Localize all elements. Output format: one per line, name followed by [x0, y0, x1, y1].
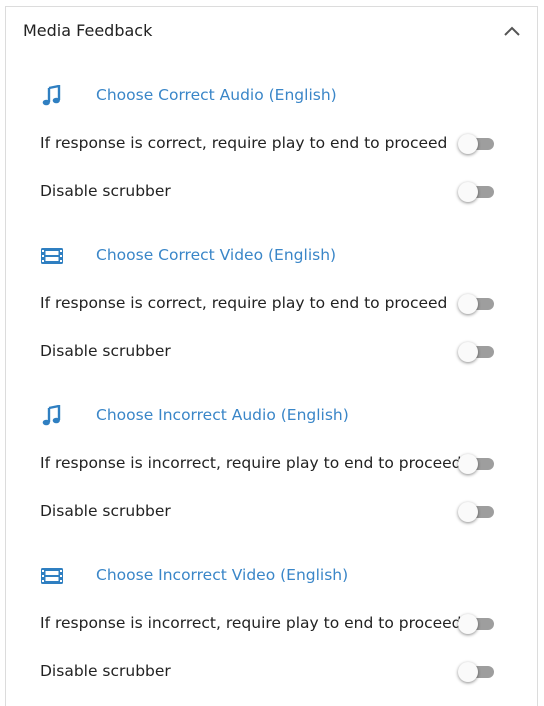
disable-scrubber-label: Disable scrubber: [40, 502, 171, 520]
require-play-option: If response is incorrect, require play t…: [6, 609, 537, 639]
disable-scrubber-label: Disable scrubber: [40, 662, 171, 680]
disable-scrubber-toggle[interactable]: [458, 502, 494, 522]
disable-scrubber-toggle[interactable]: [458, 182, 494, 202]
require-play-toggle[interactable]: [458, 294, 494, 314]
disable-scrubber-option: Disable scrubber: [6, 337, 537, 367]
media-row: Choose Correct Audio (English): [6, 79, 537, 113]
require-play-label: If response is incorrect, require play t…: [40, 454, 462, 472]
require-play-toggle[interactable]: [458, 134, 494, 154]
film-icon: [40, 245, 64, 267]
media-row: Choose Incorrect Video (English): [6, 559, 537, 593]
disable-scrubber-label: Disable scrubber: [40, 182, 171, 200]
disable-scrubber-toggle[interactable]: [458, 662, 494, 682]
require-play-option: If response is correct, require play to …: [6, 289, 537, 319]
require-play-label: If response is incorrect, require play t…: [40, 614, 462, 632]
require-play-label: If response is correct, require play to …: [40, 134, 448, 152]
choose-correct-audio-link[interactable]: Choose Correct Audio (English): [96, 86, 337, 104]
disable-scrubber-option: Disable scrubber: [6, 657, 537, 687]
disable-scrubber-option: Disable scrubber: [6, 177, 537, 207]
music-note-icon: [40, 404, 64, 427]
disable-scrubber-toggle[interactable]: [458, 342, 494, 362]
media-feedback-panel: Media Feedback Choose Correct Audio (Eng…: [5, 6, 538, 706]
film-icon: [40, 565, 64, 587]
media-row: Choose Incorrect Audio (English): [6, 399, 537, 433]
panel-title: Media Feedback: [23, 21, 153, 40]
choose-incorrect-audio-link[interactable]: Choose Incorrect Audio (English): [96, 406, 349, 424]
require-play-toggle[interactable]: [458, 454, 494, 474]
require-play-option: If response is incorrect, require play t…: [6, 449, 537, 479]
media-row: Choose Correct Video (English): [6, 239, 537, 273]
panel-header[interactable]: Media Feedback: [6, 7, 537, 55]
choose-incorrect-video-link[interactable]: Choose Incorrect Video (English): [96, 566, 348, 584]
require-play-option: If response is correct, require play to …: [6, 129, 537, 159]
disable-scrubber-label: Disable scrubber: [40, 342, 171, 360]
require-play-label: If response is correct, require play to …: [40, 294, 448, 312]
require-play-toggle[interactable]: [458, 614, 494, 634]
disable-scrubber-option: Disable scrubber: [6, 497, 537, 527]
choose-correct-video-link[interactable]: Choose Correct Video (English): [96, 246, 336, 264]
chevron-up-icon[interactable]: [501, 20, 523, 42]
music-note-icon: [40, 84, 64, 107]
